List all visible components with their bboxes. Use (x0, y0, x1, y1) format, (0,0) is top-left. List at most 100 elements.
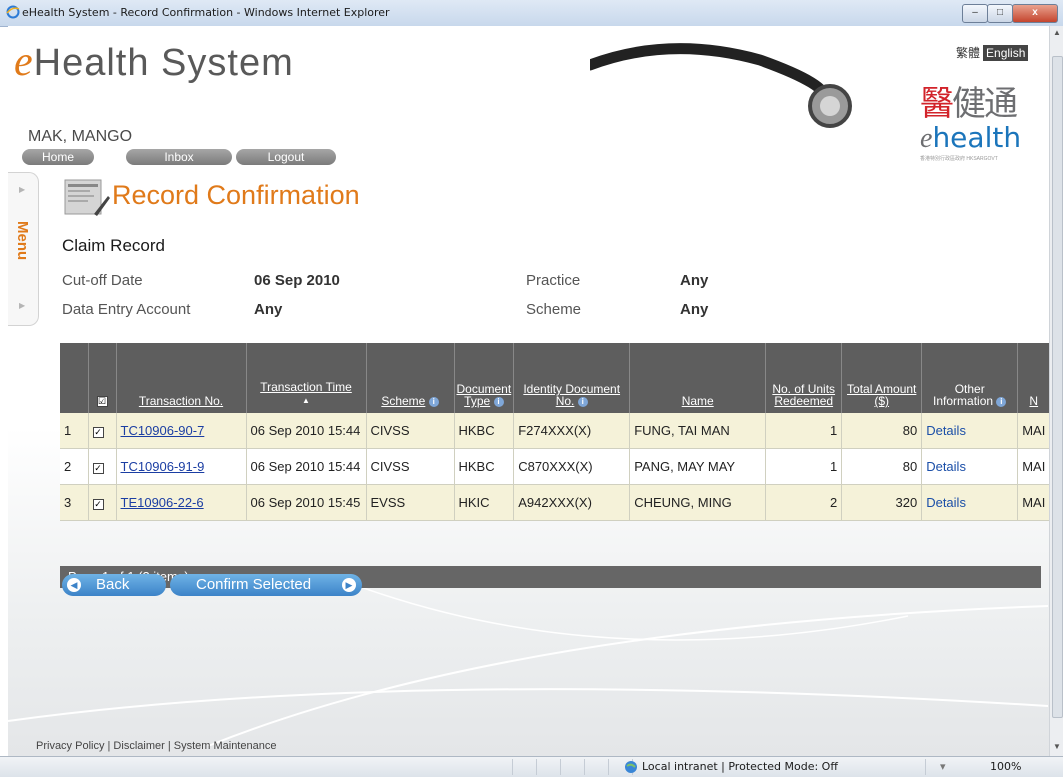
info-icon[interactable]: i (996, 396, 1007, 407)
footer-links[interactable]: Privacy Policy | Disclaimer | System Mai… (36, 740, 276, 752)
user-name: MAK, MANGO (28, 128, 133, 145)
side-menu-tab[interactable]: ▶ Menu ▶ (8, 172, 39, 326)
zoom-level[interactable]: 100% (990, 760, 1021, 773)
row-checkbox[interactable]: ✓ (88, 448, 117, 485)
data-entry-account-label: Data Entry Account (62, 301, 191, 318)
document-type-cell: HKBC (454, 413, 515, 449)
row-checkbox[interactable]: ✓ (88, 413, 117, 449)
header-transaction-time[interactable]: Transaction Time ▲ (246, 343, 367, 413)
details-link[interactable]: Details (926, 459, 966, 474)
info-icon[interactable]: i (493, 396, 504, 407)
scheme-label: Scheme (526, 301, 582, 318)
nav-home[interactable]: Home (22, 149, 94, 165)
amount-cell: 80 (841, 413, 923, 449)
identity-document-cell: F274XXX(X) (513, 413, 631, 449)
transaction-time: 06 Sep 2010 15:44 (246, 413, 367, 449)
table-row: 3 ✓ TE10906-22-6 06 Sep 2010 15:45 EVSS … (60, 484, 1051, 521)
back-button[interactable]: ◀ Back (62, 574, 166, 596)
stethoscope-image (590, 43, 852, 128)
scroll-up-icon[interactable]: ▲ (1053, 28, 1061, 37)
units-cell: 1 (765, 448, 843, 485)
header-total-amount[interactable]: Total Amount ($) (841, 343, 923, 413)
menu-arrow-icon: ▶ (19, 301, 26, 310)
page-title: Record Confirmation (112, 180, 360, 210)
practice-label: Practice (526, 272, 581, 289)
table-row: 2 ✓ TC10906-91-9 06 Sep 2010 15:44 CIVSS… (60, 448, 1051, 485)
header-select-all[interactable]: ☑ (88, 343, 117, 413)
scheme-cell: EVSS (366, 484, 455, 521)
info-icon[interactable]: i (428, 396, 439, 407)
data-entry-account-value: Any (254, 301, 283, 318)
lang-traditional-chinese-link[interactable]: 繁體 (956, 46, 980, 60)
next-cell: MAI (1017, 448, 1051, 485)
units-cell: 2 (765, 484, 843, 521)
security-zone: Local intranet | Protected Mode: Off (642, 760, 838, 773)
document-pen-icon (64, 179, 110, 216)
header-next-column[interactable]: N (1017, 343, 1051, 413)
sort-ascending-icon: ▲ (302, 396, 310, 405)
nav-logout[interactable]: Logout (236, 149, 336, 165)
protected-mode-menu[interactable]: ▾ (940, 760, 946, 773)
language-switch: 繁體 English (956, 44, 1029, 61)
info-icon[interactable]: i (577, 396, 588, 407)
name-cell: PANG, MAY MAY (629, 448, 767, 485)
name-cell: CHEUNG, MING (629, 484, 767, 521)
ehealth-system-logo: eHealth System (14, 39, 294, 85)
header-other-information: Other Information i (921, 343, 1019, 413)
row-checkbox[interactable]: ✓ (88, 484, 117, 521)
header-units-redeemed[interactable]: No. of Units Redeemed (765, 343, 843, 413)
claim-record-table: ☑ Transaction No. Transaction Time ▲ Sche… (60, 343, 1051, 521)
header-name[interactable]: Name (629, 343, 767, 413)
table-row: 1 ✓ TC10906-90-7 06 Sep 2010 15:44 CIVSS… (60, 413, 1051, 449)
row-number: 3 (60, 484, 89, 521)
menu-arrow-icon: ▶ (19, 185, 26, 194)
window-title-bar: eHealth System - Record Confirmation - W… (0, 0, 1063, 27)
practice-value: Any (680, 272, 709, 289)
close-button[interactable]: x (1012, 4, 1058, 23)
scheme-cell: CIVSS (366, 413, 455, 449)
row-number: 1 (60, 413, 89, 449)
document-type-cell: HKIC (454, 484, 515, 521)
cutoff-date-value: 06 Sep 2010 (254, 272, 340, 289)
scroll-down-icon[interactable]: ▼ (1053, 742, 1061, 751)
transaction-time: 06 Sep 2010 15:44 (246, 448, 367, 485)
next-cell: MAI (1017, 484, 1051, 521)
confirm-selected-button[interactable]: Confirm Selected ▶ (170, 574, 362, 596)
identity-document-cell: C870XXX(X) (513, 448, 631, 485)
transaction-link[interactable]: TC10906-91-9 (121, 459, 205, 474)
minimize-button[interactable]: – (962, 4, 988, 23)
header-identity-document-no[interactable]: Identity Document No. i (513, 343, 631, 413)
next-cell: MAI (1017, 413, 1051, 449)
nav-inbox[interactable]: Inbox (126, 149, 232, 165)
header-row-number (60, 343, 89, 413)
header-scheme[interactable]: Scheme i (366, 343, 455, 413)
lang-english-link[interactable]: English (983, 45, 1029, 61)
right-arrow-icon: ▶ (342, 578, 356, 592)
ehealth-brand-logo: 醫健通 ehealth 香港特別行政區政府 HKSARGOVT (920, 84, 1022, 162)
amount-cell: 320 (841, 484, 923, 521)
status-bar: Local intranet | Protected Mode: Off ▾ 1… (0, 756, 1063, 777)
document-type-cell: HKBC (454, 448, 515, 485)
menu-label: Menu (14, 221, 31, 261)
details-link[interactable]: Details (926, 423, 966, 438)
transaction-link[interactable]: TE10906-22-6 (121, 495, 204, 510)
header-document-type[interactable]: Document Type i (454, 343, 515, 413)
row-number: 2 (60, 448, 89, 485)
scrollbar-thumb[interactable] (1052, 56, 1063, 718)
maximize-button[interactable]: □ (987, 4, 1013, 23)
amount-cell: 80 (841, 448, 923, 485)
vertical-scrollbar[interactable]: ▲ ▼ (1049, 26, 1063, 756)
transaction-time: 06 Sep 2010 15:45 (246, 484, 367, 521)
window-title: eHealth System - Record Confirmation - W… (22, 6, 390, 19)
scheme-cell: CIVSS (366, 448, 455, 485)
globe-icon (625, 761, 637, 773)
scheme-value: Any (680, 301, 709, 318)
units-cell: 1 (765, 413, 843, 449)
background-swirl (8, 586, 1048, 746)
ie-icon (6, 5, 20, 19)
transaction-link[interactable]: TC10906-90-7 (121, 423, 205, 438)
details-link[interactable]: Details (926, 495, 966, 510)
header-transaction-no[interactable]: Transaction No. (116, 343, 247, 413)
identity-document-cell: A942XXX(X) (513, 484, 631, 521)
left-arrow-icon: ◀ (67, 578, 81, 592)
